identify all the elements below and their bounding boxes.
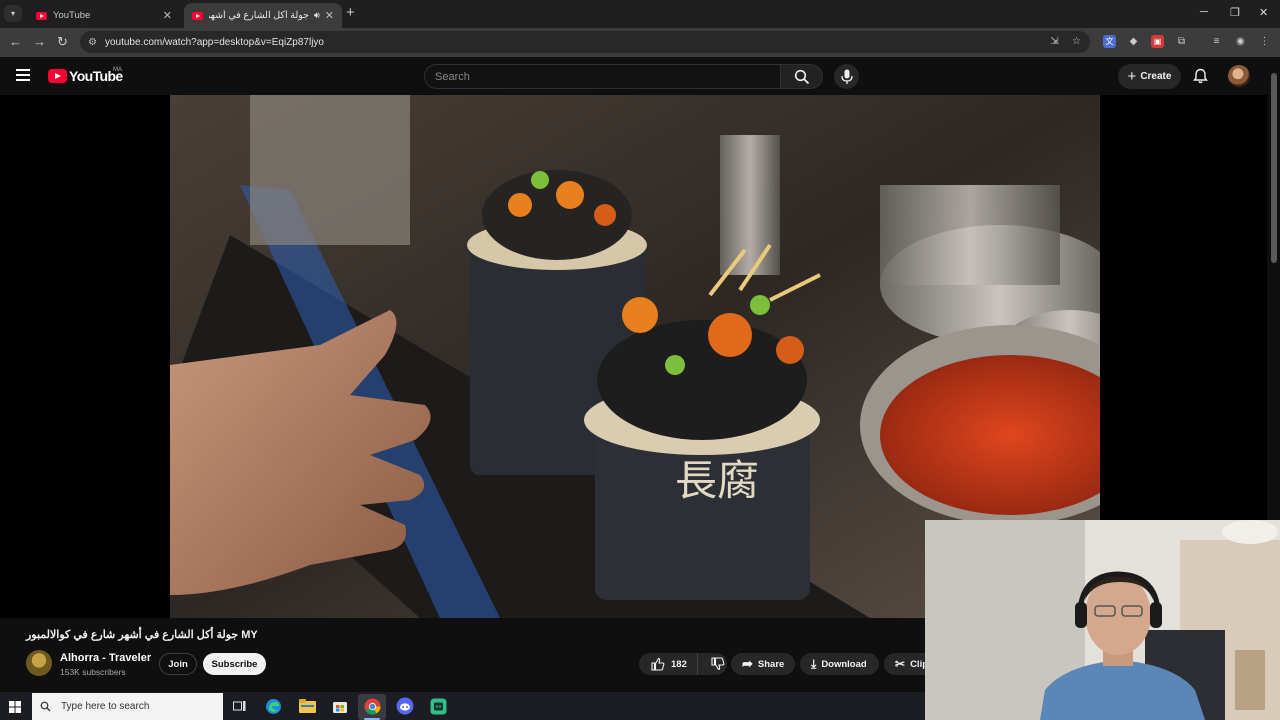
file-explorer-icon[interactable] (297, 696, 317, 716)
search-icon (40, 701, 51, 712)
search-input[interactable]: Search (424, 64, 781, 89)
notifications-bell-icon[interactable] (1193, 68, 1208, 89)
tab-title: YouTube (53, 10, 91, 21)
chrome-icon[interactable] (362, 696, 382, 716)
profile-icon[interactable]: ◉ (1234, 35, 1247, 48)
create-button[interactable]: + Create (1118, 64, 1181, 89)
country-code: MA (113, 67, 122, 73)
svg-text:長腐: 長腐 (675, 456, 759, 505)
channel-avatar[interactable] (26, 650, 52, 676)
forward-icon[interactable]: → (33, 34, 46, 49)
video-title: جولة أكل الشارع في أشهر شارع في كوالالمب… (26, 629, 258, 641)
translate-extension-icon[interactable]: 文 (1103, 35, 1116, 48)
microphone-icon (840, 69, 853, 84)
dislike-button[interactable] (703, 657, 733, 671)
download-button[interactable]: ⤓ Download (800, 653, 879, 675)
download-icon: ⤓ (811, 656, 817, 671)
new-tab-button[interactable]: + (346, 4, 355, 21)
discord-icon[interactable] (395, 696, 415, 716)
chrome-menu-icon[interactable]: ⋮ (1258, 35, 1271, 48)
browser-tab[interactable]: YouTube ✕ (28, 3, 180, 28)
like-count: 182 (671, 658, 687, 670)
edge-icon[interactable] (263, 696, 283, 716)
install-app-icon[interactable]: ⇲ (1048, 35, 1061, 48)
share-label: Share (757, 658, 785, 670)
task-view-icon[interactable] (229, 696, 249, 716)
youtube-favicon-icon (192, 11, 203, 20)
extension-icon[interactable]: ▣ (1151, 35, 1164, 48)
minimize-icon[interactable]: ─ (1200, 6, 1208, 18)
taskbar-search-placeholder: Type here to search (61, 701, 150, 712)
share-icon: ➦ (742, 656, 753, 671)
create-label: Create (1140, 71, 1172, 82)
extension-icon[interactable]: ◆ (1127, 35, 1140, 48)
bookmark-star-icon[interactable]: ☆ (1070, 35, 1083, 48)
microsoft-store-icon[interactable] (330, 696, 350, 716)
account-avatar[interactable] (1228, 65, 1250, 87)
address-bar[interactable]: ⚙ youtube.com/watch?app=desktop&v=EqiZp8… (80, 31, 1090, 53)
subscriber-count: 153K subscribers (60, 667, 126, 677)
scissors-icon: ✂ (895, 657, 906, 671)
plus-icon: + (1127, 68, 1137, 85)
app-icon[interactable] (428, 696, 448, 716)
download-label: Download (821, 658, 867, 670)
search-button[interactable] (781, 64, 823, 89)
voice-search-button[interactable] (834, 64, 859, 89)
thumbs-down-icon (711, 657, 725, 671)
scrollbar-thumb[interactable] (1271, 73, 1277, 263)
close-tab-icon[interactable]: ✕ (163, 9, 172, 22)
tab-search-button[interactable]: ▾ (4, 5, 22, 22)
join-button[interactable]: Join (159, 653, 197, 675)
taskbar-search-input[interactable]: Type here to search (32, 693, 223, 720)
subscribe-button[interactable]: Subscribe (203, 653, 266, 675)
search-icon (794, 69, 810, 85)
close-tab-icon[interactable]: ✕ (325, 9, 334, 22)
like-button[interactable]: 182 (639, 653, 698, 675)
webcam-overlay (925, 520, 1280, 720)
audio-playing-icon[interactable]: 🔊︎ (314, 10, 320, 21)
menu-icon[interactable] (16, 69, 30, 81)
thumbs-up-icon (651, 657, 665, 671)
windows-start-icon[interactable] (9, 700, 21, 718)
youtube-logo-icon[interactable] (48, 69, 67, 83)
close-window-icon[interactable]: ✕ (1259, 6, 1268, 19)
search-placeholder: Search (435, 70, 470, 83)
tab-title: جولة أكل الشارع في أشهر شا (209, 10, 309, 21)
share-button[interactable]: ➦ Share (731, 653, 795, 675)
youtube-favicon-icon (36, 11, 47, 20)
restore-icon[interactable]: ❐ (1230, 6, 1240, 19)
back-icon[interactable]: ← (9, 34, 22, 49)
browser-tab-active[interactable]: جولة أكل الشارع في أشهر شا 🔊︎ ✕ (184, 3, 342, 28)
like-dislike-group: 182 (639, 653, 727, 675)
media-controls-icon[interactable]: ≡ (1210, 35, 1223, 48)
reload-icon[interactable]: ↻ (57, 34, 68, 50)
webcam-image (925, 520, 1280, 720)
channel-name[interactable]: Alhorra - Traveler (60, 652, 151, 664)
extensions-puzzle-icon[interactable]: ⧉ (1175, 35, 1188, 48)
url-text: youtube.com/watch?app=desktop&v=EqiZp87l… (104, 36, 324, 48)
site-info-icon[interactable]: ⚙ (88, 37, 97, 48)
